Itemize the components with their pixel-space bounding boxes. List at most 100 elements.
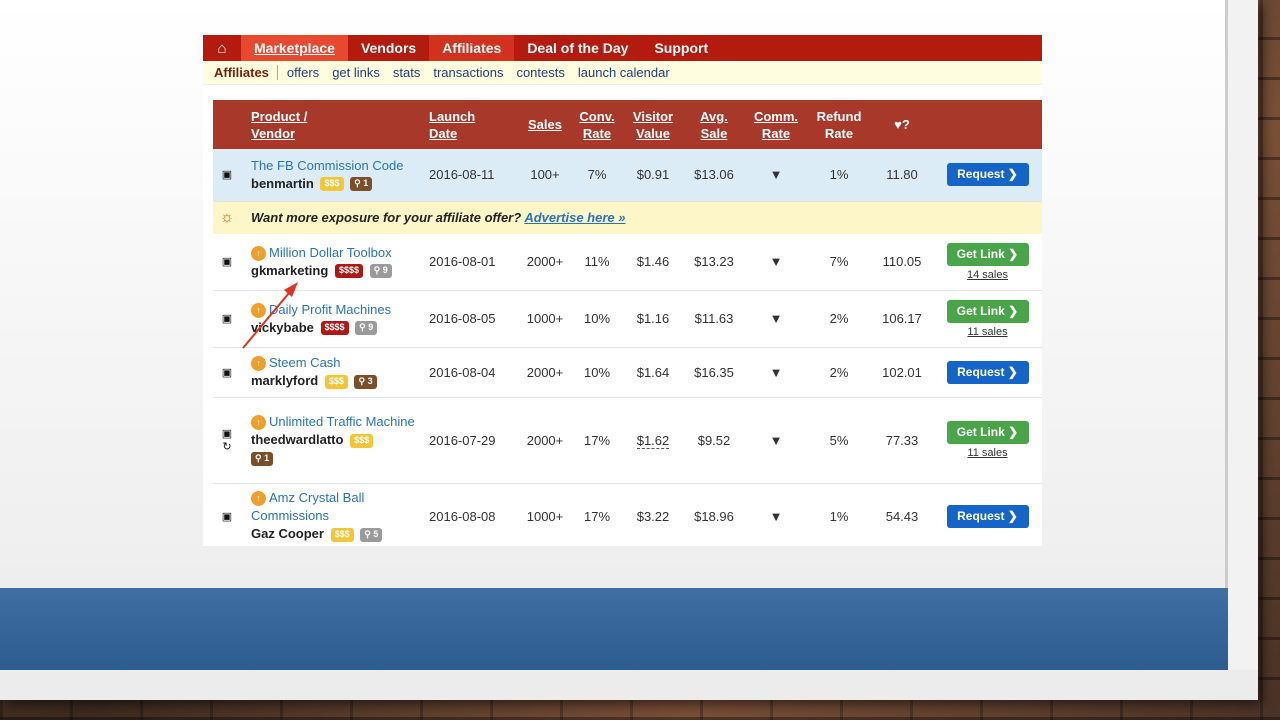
get-link-button[interactable]: Get Link ❯ bbox=[946, 299, 1029, 323]
home-icon[interactable]: ⌂ bbox=[203, 35, 241, 61]
visitor-value: $1.16 bbox=[636, 311, 670, 326]
product-link[interactable]: Unlimited Traffic Machine bbox=[269, 414, 415, 429]
recurring-icon: ↻ bbox=[222, 441, 232, 453]
table-row: ▣ ↻ ↑ Unlimited Traffic Machine theedward… bbox=[213, 397, 1042, 483]
subnav-get-links[interactable]: get links bbox=[332, 65, 380, 80]
slide-bottom-strip bbox=[0, 670, 1258, 700]
funnel-icon[interactable]: ▼ bbox=[745, 234, 807, 290]
conv-rate-value: 17% bbox=[583, 432, 611, 448]
sales-value: 2000+ bbox=[526, 432, 564, 448]
nav-affiliates[interactable]: Affiliates bbox=[429, 35, 515, 61]
trophy-badge: ⚲ 9 bbox=[355, 321, 378, 336]
advertise-text: Want more exposure for your affiliate of… bbox=[251, 210, 522, 226]
avg-sale-value: $11.63 bbox=[694, 311, 734, 326]
table-row: ▣ ↑ Amz Crystal Ball Commissions Gaz Coop… bbox=[213, 483, 1042, 546]
funnel-icon[interactable]: ▼ bbox=[745, 347, 807, 397]
gravity-value: 11.80 bbox=[886, 167, 918, 183]
gravity-value: 106.17 bbox=[882, 311, 922, 326]
conv-rate-value: 17% bbox=[583, 508, 611, 524]
product-link[interactable]: The FB Commission Code bbox=[251, 158, 403, 173]
product-link[interactable]: Daily Profit Machines bbox=[269, 302, 391, 317]
sales-count-link[interactable]: 11 sales bbox=[933, 447, 1042, 459]
nav-deal-of-the-day[interactable]: Deal of the Day bbox=[514, 35, 641, 61]
subnav-contests[interactable]: contests bbox=[516, 65, 564, 80]
header-product[interactable]: Product / Vendor bbox=[241, 100, 427, 149]
sales-count-link[interactable]: 11 sales bbox=[933, 326, 1042, 338]
request-button[interactable]: Request ❯ bbox=[946, 360, 1029, 384]
top-nav: ⌂ Marketplace Vendors Affiliates Deal of… bbox=[203, 35, 1042, 61]
funnel-icon[interactable]: ▼ bbox=[745, 397, 807, 483]
table-row: ▣ ↑ Steem Cash marklyford $$$ ⚲ 3 2016-08… bbox=[213, 347, 1042, 397]
gift-icon: ▣ bbox=[221, 428, 233, 440]
sub-nav: Affiliates offers get links stats transa… bbox=[203, 61, 1042, 85]
offers-table: Product / Vendor Launch Date Sales Conv.… bbox=[213, 100, 1042, 546]
gift-icon: ▣ bbox=[221, 256, 233, 269]
gift-icon: ▣ bbox=[221, 313, 233, 325]
subnav-launch-calendar[interactable]: launch calendar bbox=[578, 65, 670, 80]
table-header-row: Product / Vendor Launch Date Sales Conv.… bbox=[213, 100, 1042, 149]
rising-coin-icon: ↑ bbox=[251, 415, 266, 431]
funnel-icon[interactable]: ▼ bbox=[745, 290, 807, 347]
sales-value: 1000+ bbox=[526, 508, 564, 524]
get-link-button[interactable]: Get Link ❯ bbox=[946, 421, 1029, 444]
header-conv-rate[interactable]: Conv. Rate bbox=[571, 100, 623, 149]
get-link-button[interactable]: Get Link ❯ bbox=[946, 242, 1029, 266]
request-button[interactable]: Request ❯ bbox=[946, 504, 1029, 528]
refund-rate-value: 5% bbox=[829, 432, 849, 448]
price-badge: $$$ bbox=[350, 433, 374, 448]
rising-coin-icon: ↑ bbox=[251, 245, 266, 261]
gravity-value: 110.05 bbox=[882, 254, 922, 270]
header-launch-date[interactable]: Launch Date bbox=[427, 100, 519, 149]
advertise-banner-row: ☼ Want more exposure for your affiliate … bbox=[213, 201, 1042, 234]
table-row: ▣ ↑ Daily Profit Machines vickybabe $$$$ … bbox=[213, 290, 1042, 347]
header-sales[interactable]: Sales bbox=[519, 100, 571, 149]
product-link[interactable]: Steem Cash bbox=[269, 355, 341, 370]
avg-sale-value: $13.06 bbox=[694, 167, 734, 183]
refund-rate-value: 2% bbox=[829, 364, 849, 380]
vendor-name: theedwardlatto bbox=[251, 432, 344, 447]
price-badge: $$$$ bbox=[334, 264, 363, 279]
subnav-transactions[interactable]: transactions bbox=[433, 65, 503, 80]
visitor-value[interactable]: $1.62 bbox=[636, 432, 670, 449]
sales-value: 2000+ bbox=[526, 254, 564, 270]
conv-rate-value: 7% bbox=[587, 167, 607, 183]
launch-date: 2016-08-01 bbox=[429, 254, 496, 270]
visitor-value: $1.64 bbox=[636, 364, 670, 380]
conv-rate-value: 10% bbox=[583, 311, 611, 326]
header-comm-rate[interactable]: Comm. Rate bbox=[745, 100, 807, 149]
vendor-name: Gaz Cooper bbox=[251, 526, 324, 541]
offers-table-wrap: Product / Vendor Launch Date Sales Conv.… bbox=[213, 100, 1042, 546]
header-avg-sale[interactable]: Avg. Sale bbox=[683, 100, 745, 149]
sales-value: 100+ bbox=[530, 167, 560, 183]
request-button[interactable]: Request ❯ bbox=[946, 163, 1029, 187]
conv-rate-value: 11% bbox=[584, 254, 610, 270]
funnel-icon[interactable]: ▼ bbox=[745, 483, 807, 546]
subnav-stats[interactable]: stats bbox=[393, 65, 420, 80]
refund-rate-value: 7% bbox=[829, 254, 849, 270]
funnel-icon[interactable]: ▼ bbox=[745, 149, 807, 201]
price-badge: $$$ bbox=[320, 177, 344, 192]
launch-date: 2016-08-05 bbox=[429, 311, 496, 326]
product-link[interactable]: Amz Crystal Ball Commissions bbox=[251, 490, 364, 523]
visitor-value: $3.22 bbox=[636, 508, 670, 524]
sales-count-link[interactable]: 14 sales bbox=[933, 269, 1042, 281]
header-visitor-value[interactable]: Visitor Value bbox=[623, 100, 683, 149]
conv-rate-value: 10% bbox=[583, 364, 611, 380]
product-link[interactable]: Million Dollar Toolbox bbox=[269, 245, 392, 260]
sun-icon: ☼ bbox=[219, 208, 235, 226]
table-row: ▣ The FB Commission Code benmartin $$$ ⚲… bbox=[213, 149, 1042, 201]
nav-marketplace[interactable]: Marketplace bbox=[241, 35, 348, 61]
nav-vendors[interactable]: Vendors bbox=[348, 35, 429, 61]
rising-coin-icon: ↑ bbox=[251, 302, 266, 318]
nav-support[interactable]: Support bbox=[641, 35, 721, 61]
gift-icon: ▣ bbox=[221, 169, 233, 182]
avg-sale-value: $9.52 bbox=[697, 432, 731, 448]
price-badge: $$$ bbox=[330, 527, 354, 542]
header-gravity-heart-icon[interactable]: ♥? bbox=[871, 100, 933, 149]
refund-rate-value: 1% bbox=[829, 508, 849, 524]
trophy-badge: ⚲ 9 bbox=[369, 264, 392, 279]
slide-blue-band bbox=[0, 588, 1228, 670]
vendor-name: marklyford bbox=[251, 373, 319, 388]
subnav-offers[interactable]: offers bbox=[287, 65, 319, 80]
advertise-link[interactable]: Advertise here » bbox=[524, 210, 625, 225]
